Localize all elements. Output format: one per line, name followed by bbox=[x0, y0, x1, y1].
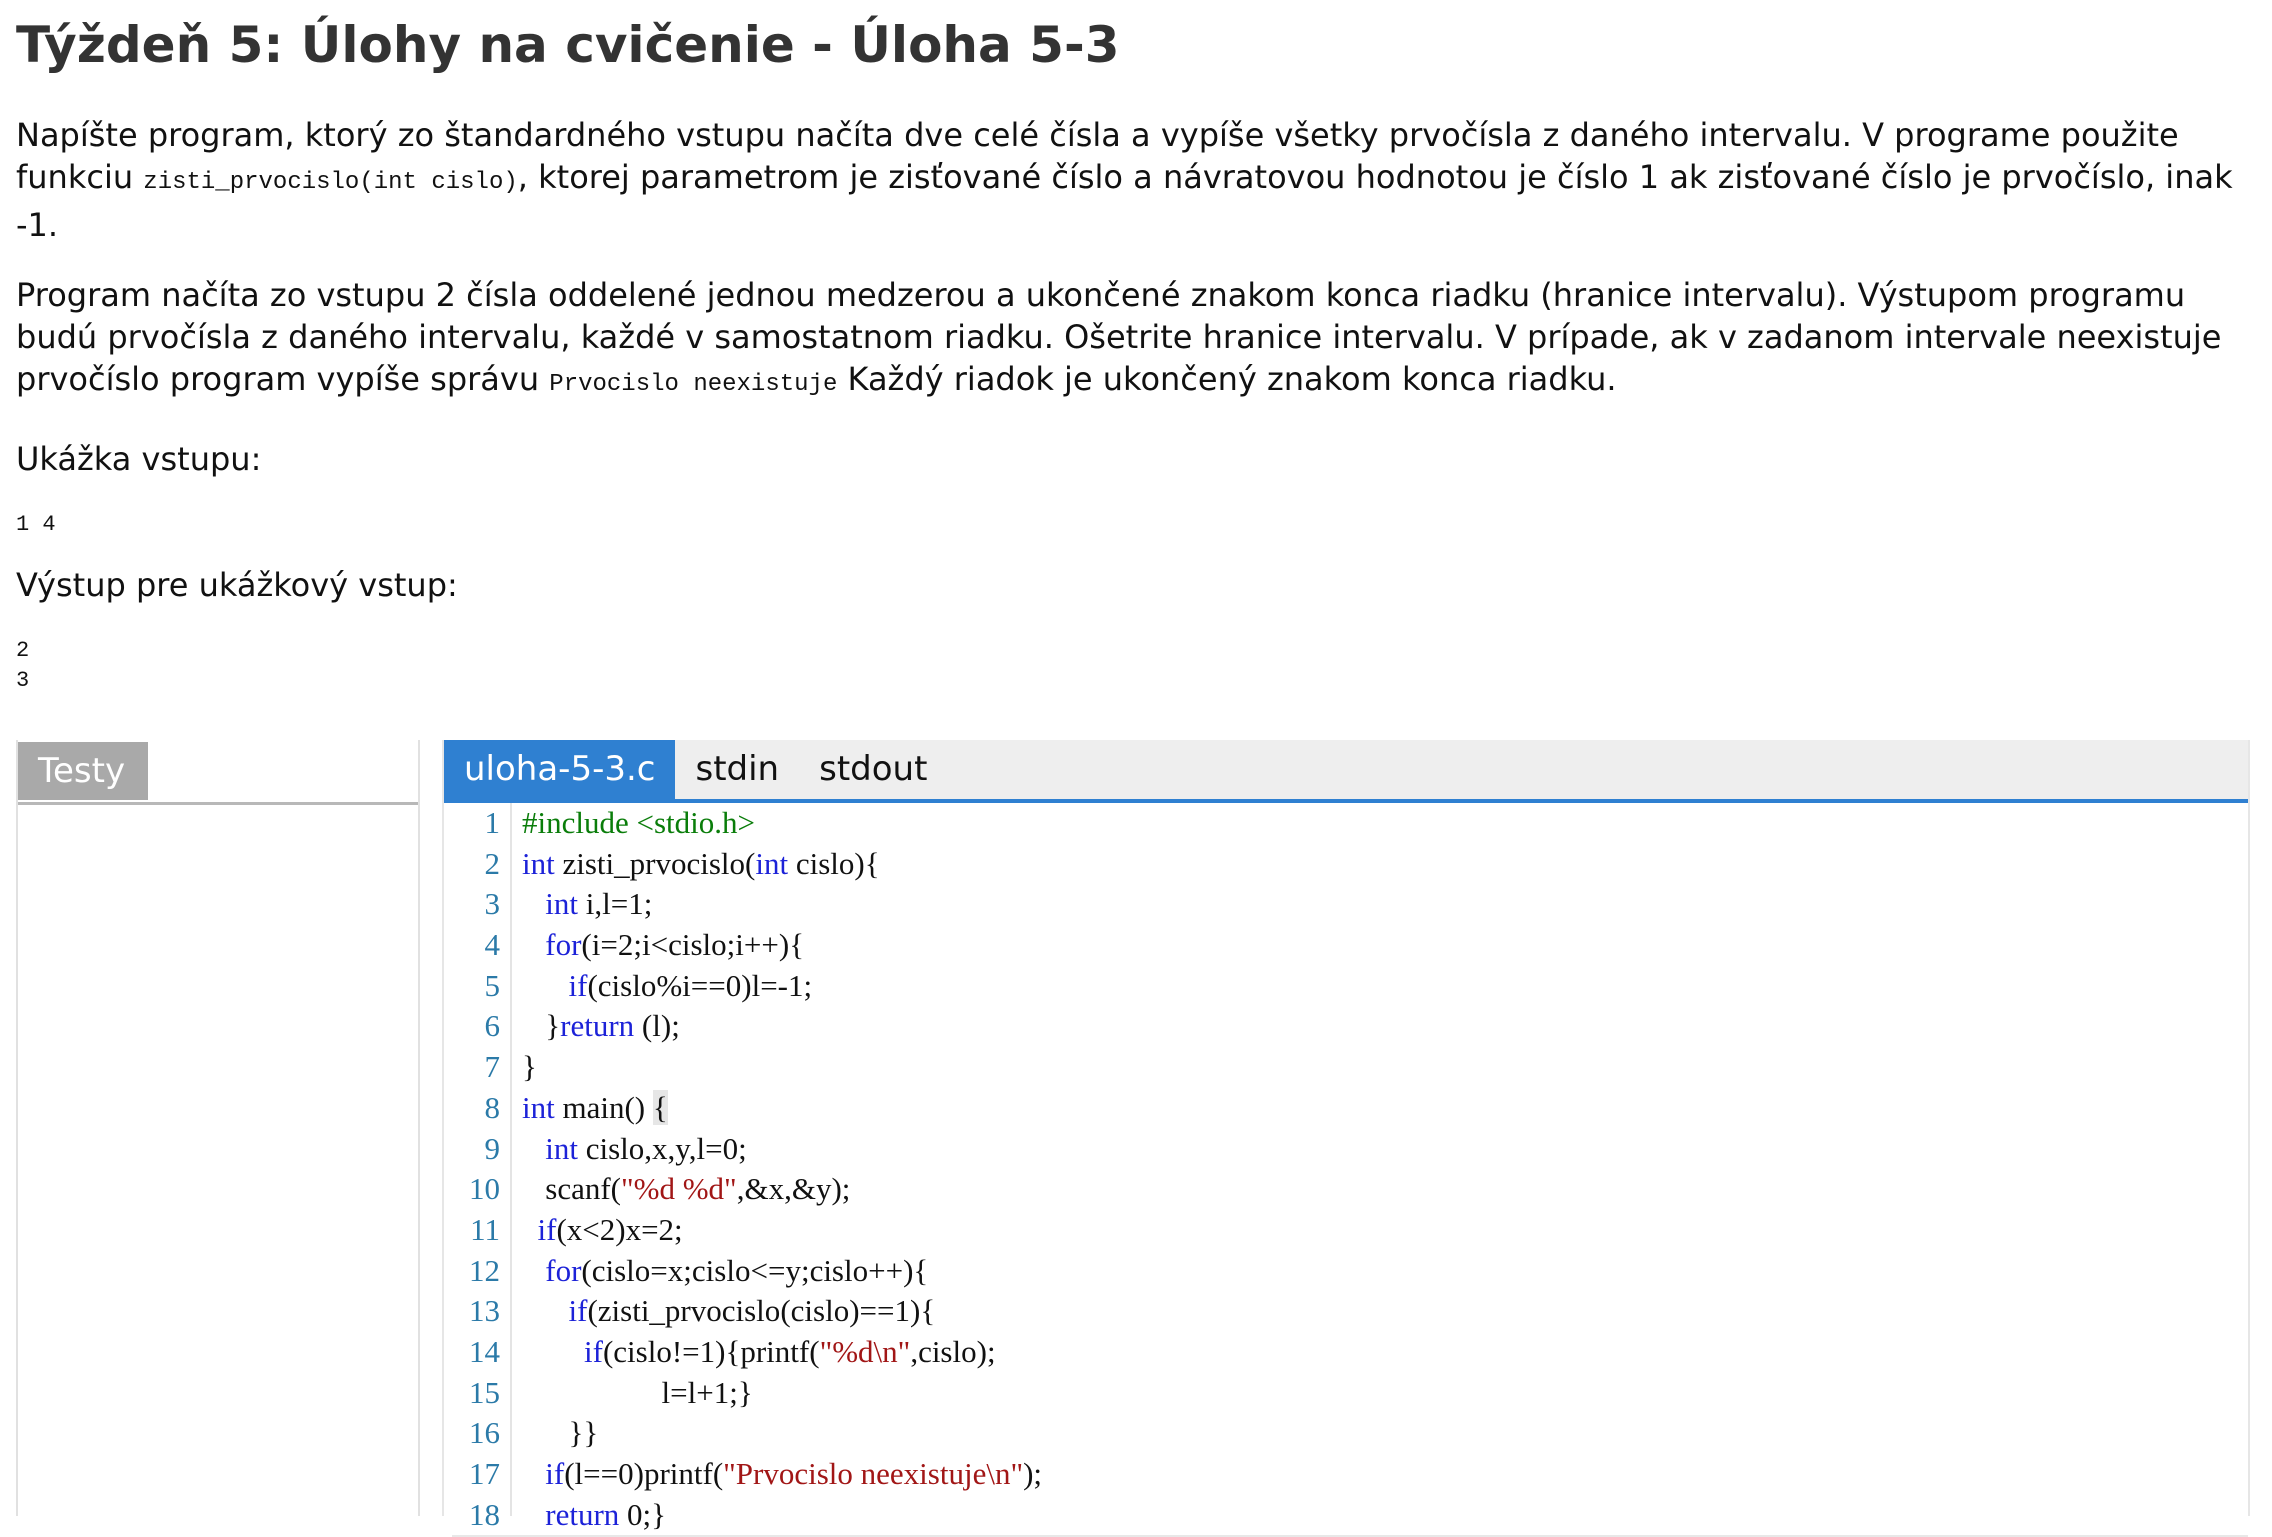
line-number: 14 bbox=[469, 1333, 500, 1369]
tab-stdout[interactable]: stdout bbox=[799, 740, 947, 799]
line-number: 3 bbox=[484, 886, 501, 922]
code-line-text: l=l+1;} bbox=[661, 1374, 753, 1410]
code-line[interactable]: 4 for(i=2;i<cislo;i++){ bbox=[452, 925, 2248, 966]
line-number: 4 bbox=[484, 927, 501, 963]
error-message-code: Prvocislo neexistuje bbox=[549, 371, 838, 398]
page: Týždeň 5: Úlohy na cvičenie - Úloha 5-3 … bbox=[0, 0, 2272, 1537]
line-number: 6 bbox=[484, 1008, 501, 1044]
line-number: 17 bbox=[469, 1456, 500, 1491]
code-line[interactable]: 5 if(cislo%i==0)l=-1; bbox=[452, 966, 2248, 1007]
line-number: 9 bbox=[484, 1130, 501, 1166]
code-line-text: if(x<2)x=2; bbox=[537, 1211, 683, 1247]
line-number: 16 bbox=[469, 1415, 500, 1451]
code-line[interactable]: 17 if(l==0)printf("Prvocislo neexistuje\… bbox=[452, 1454, 2248, 1495]
code-line-text: int main() { bbox=[522, 1089, 668, 1125]
code-line[interactable]: 6 }return (l); bbox=[452, 1006, 2248, 1047]
code-line[interactable]: 1 #include <stdio.h> bbox=[452, 803, 2248, 844]
code-line[interactable]: 15 l=l+1;} bbox=[452, 1373, 2248, 1414]
tests-tab-bar: Testy bbox=[18, 740, 418, 805]
line-number: 11 bbox=[470, 1211, 500, 1247]
editor-tab-bar: uloha-5-3.c stdin stdout bbox=[444, 740, 2248, 803]
line-number: 15 bbox=[469, 1374, 500, 1410]
code-line[interactable]: 2 int zisti_prvocislo(int cislo){ bbox=[452, 844, 2248, 885]
line-number: 12 bbox=[469, 1252, 500, 1288]
code-area[interactable]: 1 #include <stdio.h> 2 int zisti_prvocislo(… bbox=[452, 803, 2248, 1537]
code-line-text: if(zisti_prvocislo(cislo)==1){ bbox=[568, 1293, 936, 1329]
code-line-text: } bbox=[522, 1049, 537, 1085]
code-line[interactable]: 12 for(cislo=x;cislo<=y;cislo++){ bbox=[452, 1251, 2248, 1292]
line-number: 7 bbox=[484, 1049, 501, 1085]
sample-output-label: Výstup pre ukážkový vstup: bbox=[16, 566, 458, 604]
task-paragraph-1: Napíšte program, ktorý zo štandardného v… bbox=[16, 114, 2256, 246]
page-title: Týždeň 5: Úlohy na cvičenie - Úloha 5-3 bbox=[16, 16, 1120, 74]
code-line[interactable]: 13 if(zisti_prvocislo(cislo)==1){ bbox=[452, 1291, 2248, 1332]
task-text: Každý riadok je ukončený znakom konca ri… bbox=[837, 360, 1617, 398]
line-number: 18 bbox=[469, 1496, 500, 1532]
sample-input: 1 4 bbox=[16, 512, 56, 537]
line-number: 5 bbox=[484, 967, 501, 1003]
code-line-text: for(i=2;i<cislo;i++){ bbox=[545, 927, 805, 963]
code-line-text: }return (l); bbox=[522, 1008, 680, 1044]
code-line[interactable]: 7} bbox=[452, 1047, 2248, 1088]
code-editor: uloha-5-3.c stdin stdout 1 #include <stdi… bbox=[442, 740, 2250, 1537]
code-line[interactable]: 3 int i,l=1; bbox=[452, 884, 2248, 925]
function-signature-code: zisti_prvocislo(int cislo) bbox=[143, 169, 518, 196]
code-line-text: if(l==0)printf("Prvocislo neexistuje\n")… bbox=[545, 1456, 1043, 1491]
tab-stdin[interactable]: stdin bbox=[675, 740, 799, 799]
tab-uloha-5-3-c[interactable]: uloha-5-3.c bbox=[444, 740, 676, 799]
code-line[interactable]: 10 scanf("%d %d",&x,&y); bbox=[452, 1169, 2248, 1210]
code-line-text: }} bbox=[522, 1415, 599, 1451]
code-line-text: return 0;} bbox=[545, 1496, 667, 1532]
code-line[interactable]: 8 int main() { bbox=[452, 1088, 2248, 1129]
code-line-text: #include <stdio.h> bbox=[522, 805, 755, 840]
code-line[interactable]: 14 if(cislo!=1){printf("%d\n",cislo); bbox=[452, 1332, 2248, 1373]
code-line-text: for(cislo=x;cislo<=y;cislo++){ bbox=[545, 1252, 929, 1288]
code-line-text: scanf("%d %d",&x,&y); bbox=[545, 1171, 851, 1207]
line-number: 2 bbox=[484, 845, 501, 881]
code-line-text: int cislo,x,y,l=0; bbox=[545, 1130, 747, 1166]
sample-output: 2 3 bbox=[16, 638, 30, 693]
code-line-text: if(cislo%i==0)l=-1; bbox=[568, 967, 813, 1003]
code-lines[interactable]: 1 #include <stdio.h> 2 int zisti_prvocislo(… bbox=[452, 803, 2248, 1537]
line-number: 1 bbox=[484, 805, 501, 840]
code-line-text: int i,l=1; bbox=[545, 886, 653, 922]
tab-testy[interactable]: Testy bbox=[18, 742, 148, 800]
line-number: 8 bbox=[484, 1089, 501, 1125]
code-line[interactable]: 11 if(x<2)x=2; bbox=[452, 1210, 2248, 1251]
sample-input-label: Ukážka vstupu: bbox=[16, 440, 262, 478]
code-line-text: if(cislo!=1){printf("%d\n",cislo); bbox=[584, 1333, 996, 1369]
code-line[interactable]: 16 }} bbox=[452, 1413, 2248, 1454]
tests-panel: Testy bbox=[16, 740, 420, 1516]
line-number: 10 bbox=[469, 1171, 500, 1207]
code-line[interactable]: 9 int cislo,x,y,l=0; bbox=[452, 1129, 2248, 1170]
task-paragraph-2: Program načíta zo vstupu 2 čísla oddelen… bbox=[16, 274, 2256, 406]
line-number: 13 bbox=[469, 1293, 500, 1329]
code-line-text: int zisti_prvocislo(int cislo){ bbox=[522, 845, 880, 881]
